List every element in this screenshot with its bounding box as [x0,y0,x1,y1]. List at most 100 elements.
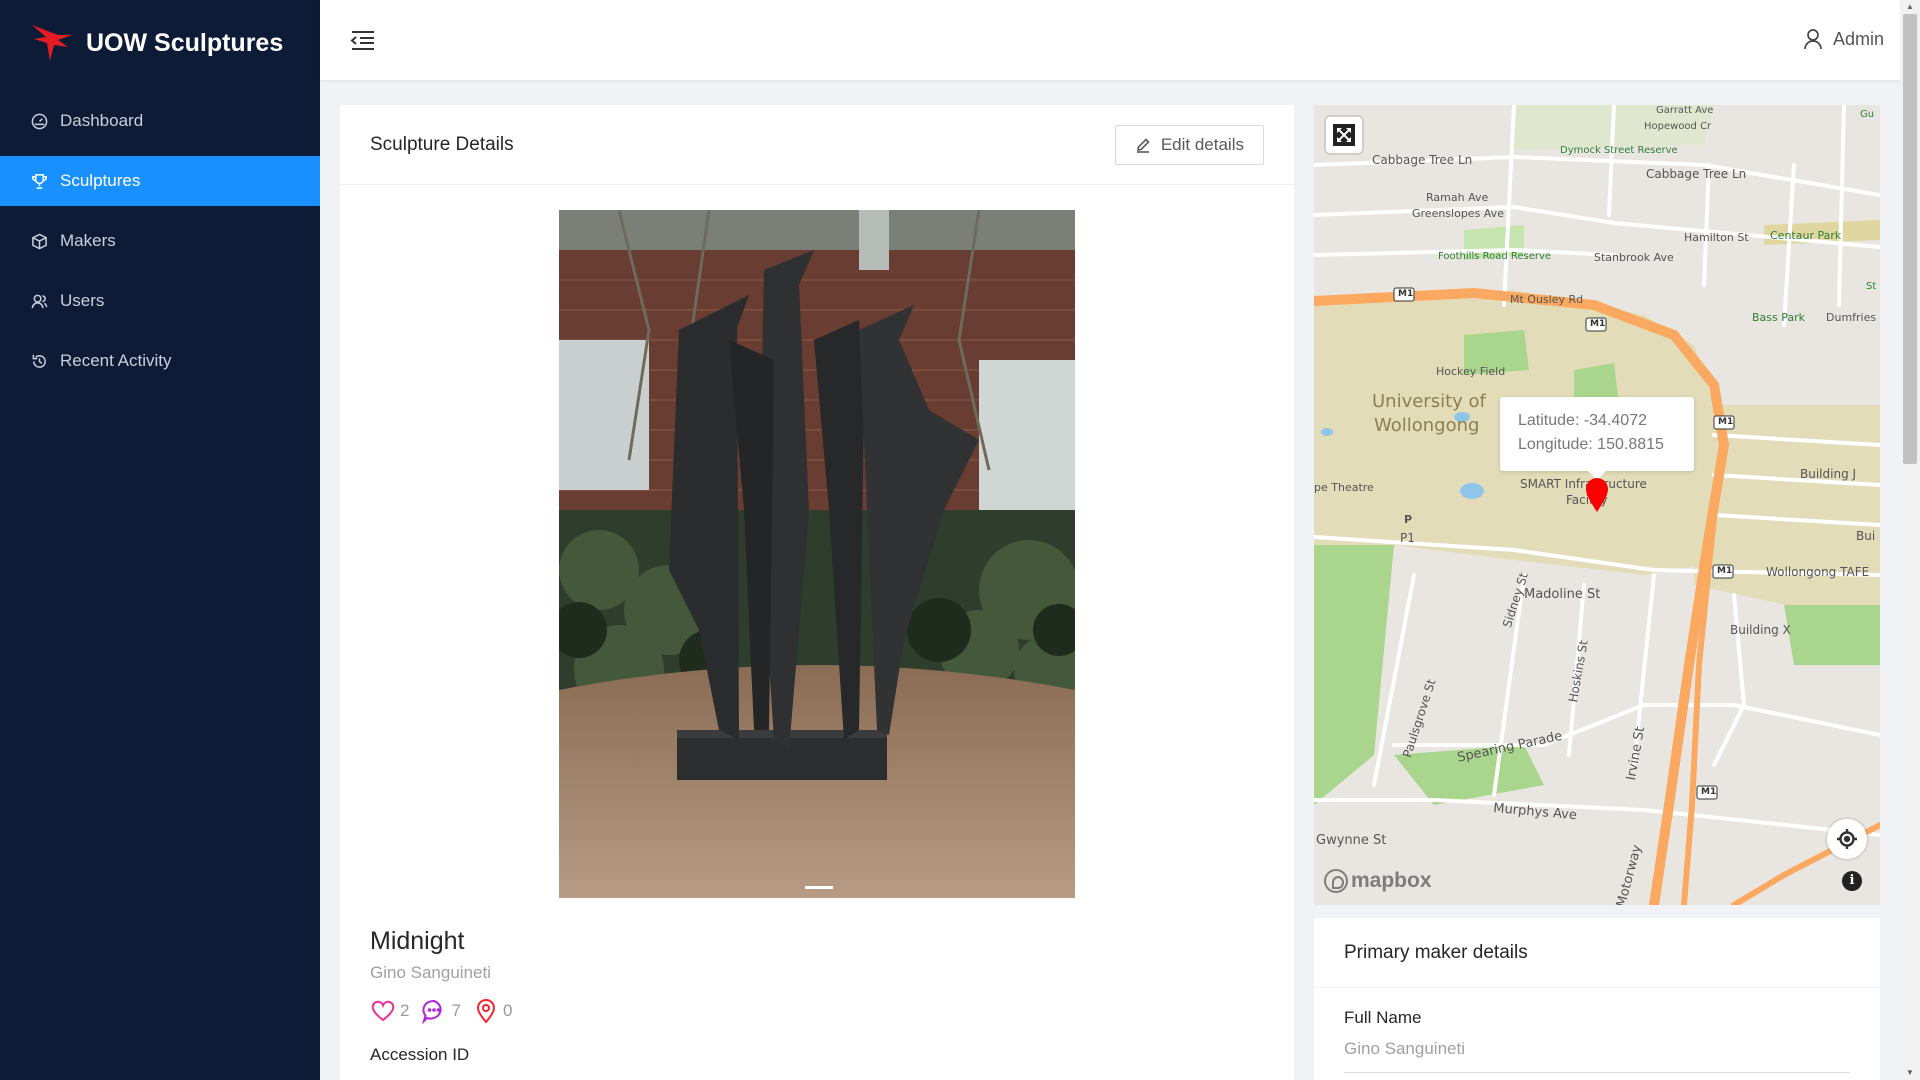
map-marker-icon[interactable] [1584,477,1610,513]
comments-stat: 7 [421,998,461,1024]
map-label: M1 [1717,566,1733,576]
mapbox-logo[interactable]: mapbox [1324,869,1432,893]
user-name: Admin [1832,28,1884,49]
sculpture-details-card: Sculpture Details Edit details Midnight … [340,105,1294,1080]
map-label: Bass Park [1752,311,1806,324]
sculpture-stats: 2 7 0 [370,998,524,1024]
scroll-down-arrow-icon[interactable]: ▼ [1900,1066,1920,1080]
map-label: M1 [1701,787,1717,797]
map-label: Mt Ousley Rd [1510,293,1584,306]
popup-longitude: Longitude: 150.8815 [1518,436,1664,453]
sculpture-map[interactable]: Garratt Ave Hopewood Cr Gu Dymock Street… [1314,105,1880,905]
edit-icon [1136,137,1150,153]
app-logo[interactable]: UOW Sculptures [0,0,320,86]
history-icon [30,352,48,370]
visits-count: 0 [502,1001,513,1020]
sidebar-nav: Dashboard Sculptures Makers Users Recent… [0,96,320,386]
locate-icon [1837,829,1857,849]
map-label: University of [1372,391,1486,412]
map-popup: Latitude: -34.4072 Longitude: 150.8815 [1500,397,1694,480]
users-icon [30,292,48,310]
menu-fold-icon[interactable] [350,28,376,52]
cube-icon [30,232,48,250]
sculpture-name: Midnight [370,927,465,955]
heart-icon [371,1000,395,1022]
map-label: Paulsgrove St [1400,677,1439,760]
user-icon [1804,29,1822,50]
sidebar-item-label: Users [60,291,105,310]
attribution-info-icon[interactable]: i [1842,871,1862,891]
map-label: Stanbrook Ave [1594,251,1674,264]
uow-logo-icon [32,25,72,61]
comments-count: 7 [451,1001,461,1020]
page-scrollbar[interactable]: ▲ ▼ [1900,0,1920,1080]
scroll-up-arrow-icon[interactable]: ▲ [1900,0,1920,14]
sculpture-maker: Gino Sanguineti [370,963,491,982]
fullscreen-button[interactable] [1326,117,1362,153]
user-menu[interactable]: Admin [1803,28,1884,50]
sidebar-item-label: Makers [60,231,116,250]
map-label: Murphys Ave [1492,801,1578,824]
map-label: Irvine St [1624,725,1649,782]
sidebar-item-sculptures[interactable]: Sculptures [0,156,320,206]
map-label: Building J [1800,467,1857,481]
full-name-value: Gino Sanguineti [1344,1039,1465,1058]
trophy-icon [30,172,48,190]
sculpture-photo[interactable] [559,210,1075,898]
map-label: Hoskins St [1566,639,1591,704]
map-label: Cabbage Tree Ln [1372,153,1473,167]
map-label: Wollongong [1374,415,1480,436]
map-label: Cabbage Tree Ln [1646,167,1747,181]
map-label: P1 [1400,531,1415,545]
map-label: Gu [1860,109,1875,120]
map-label: Spearing Parade [1456,728,1564,766]
edit-details-button[interactable]: Edit details [1114,124,1264,165]
sidebar-item-label: Recent Activity [60,351,172,370]
popup-latitude: Latitude: -34.4072 [1518,412,1647,429]
likes-count: 2 [400,1001,410,1020]
edit-details-label: Edit details [1160,134,1244,154]
map-label: Wollongong TAFE [1766,565,1870,579]
sidebar-item-makers[interactable]: Makers [0,216,320,266]
fullscreen-icon [1333,124,1355,146]
map-label: Garratt Ave [1656,105,1714,116]
map-label: Greenslopes Ave [1412,207,1504,220]
dashboard-icon [30,112,48,130]
sidebar: UOW Sculptures Dashboard Sculptures Make… [0,0,320,1080]
map-label: Bui [1856,529,1876,543]
comment-icon [422,1000,442,1024]
primary-maker-card: Primary maker details Full Name Gino San… [1314,918,1880,1080]
map-label: M1 [1718,417,1734,427]
map-label: P [1404,513,1413,526]
sidebar-item-label: Dashboard [60,111,144,130]
map-label: Dymock Street Reserve [1560,145,1678,156]
sidebar-item-users[interactable]: Users [0,276,320,326]
mapbox-logo-icon [1324,869,1348,893]
map-label: Foothills Road Reserve [1438,251,1552,262]
sidebar-item-dashboard[interactable]: Dashboard [0,96,320,146]
map-label: Hockey Field [1436,365,1506,378]
geolocate-button[interactable] [1827,819,1867,859]
full-name-label: Full Name [1344,1008,1422,1027]
scrollbar-thumb[interactable] [1903,14,1917,464]
map-label: Gwynne St [1316,833,1387,848]
map-label: Hamilton St [1684,231,1749,244]
likes-stat: 2 [370,998,409,1024]
map-label: M1 [1590,319,1606,329]
accession-id-label: Accession ID [370,1045,470,1064]
app-title: UOW Sculptures [86,28,284,57]
top-header: Admin [320,0,1900,80]
map-label: Madoline St [1524,587,1601,602]
map-label: pe Theatre [1314,481,1374,494]
map-label: Ramah Ave [1426,191,1489,204]
map-label: Motorway [1614,843,1646,905]
map-label: Hopewood Cr [1644,121,1712,132]
visits-stat: 0 [473,998,512,1024]
sculpture-image [559,210,1075,898]
map-label: M1 [1398,289,1414,299]
sidebar-item-recent-activity[interactable]: Recent Activity [0,336,320,386]
map-label: Dumfries [1826,311,1877,324]
divider [1344,1072,1850,1073]
map-label: St [1866,281,1877,292]
mapbox-logo-text: mapbox [1351,869,1432,892]
